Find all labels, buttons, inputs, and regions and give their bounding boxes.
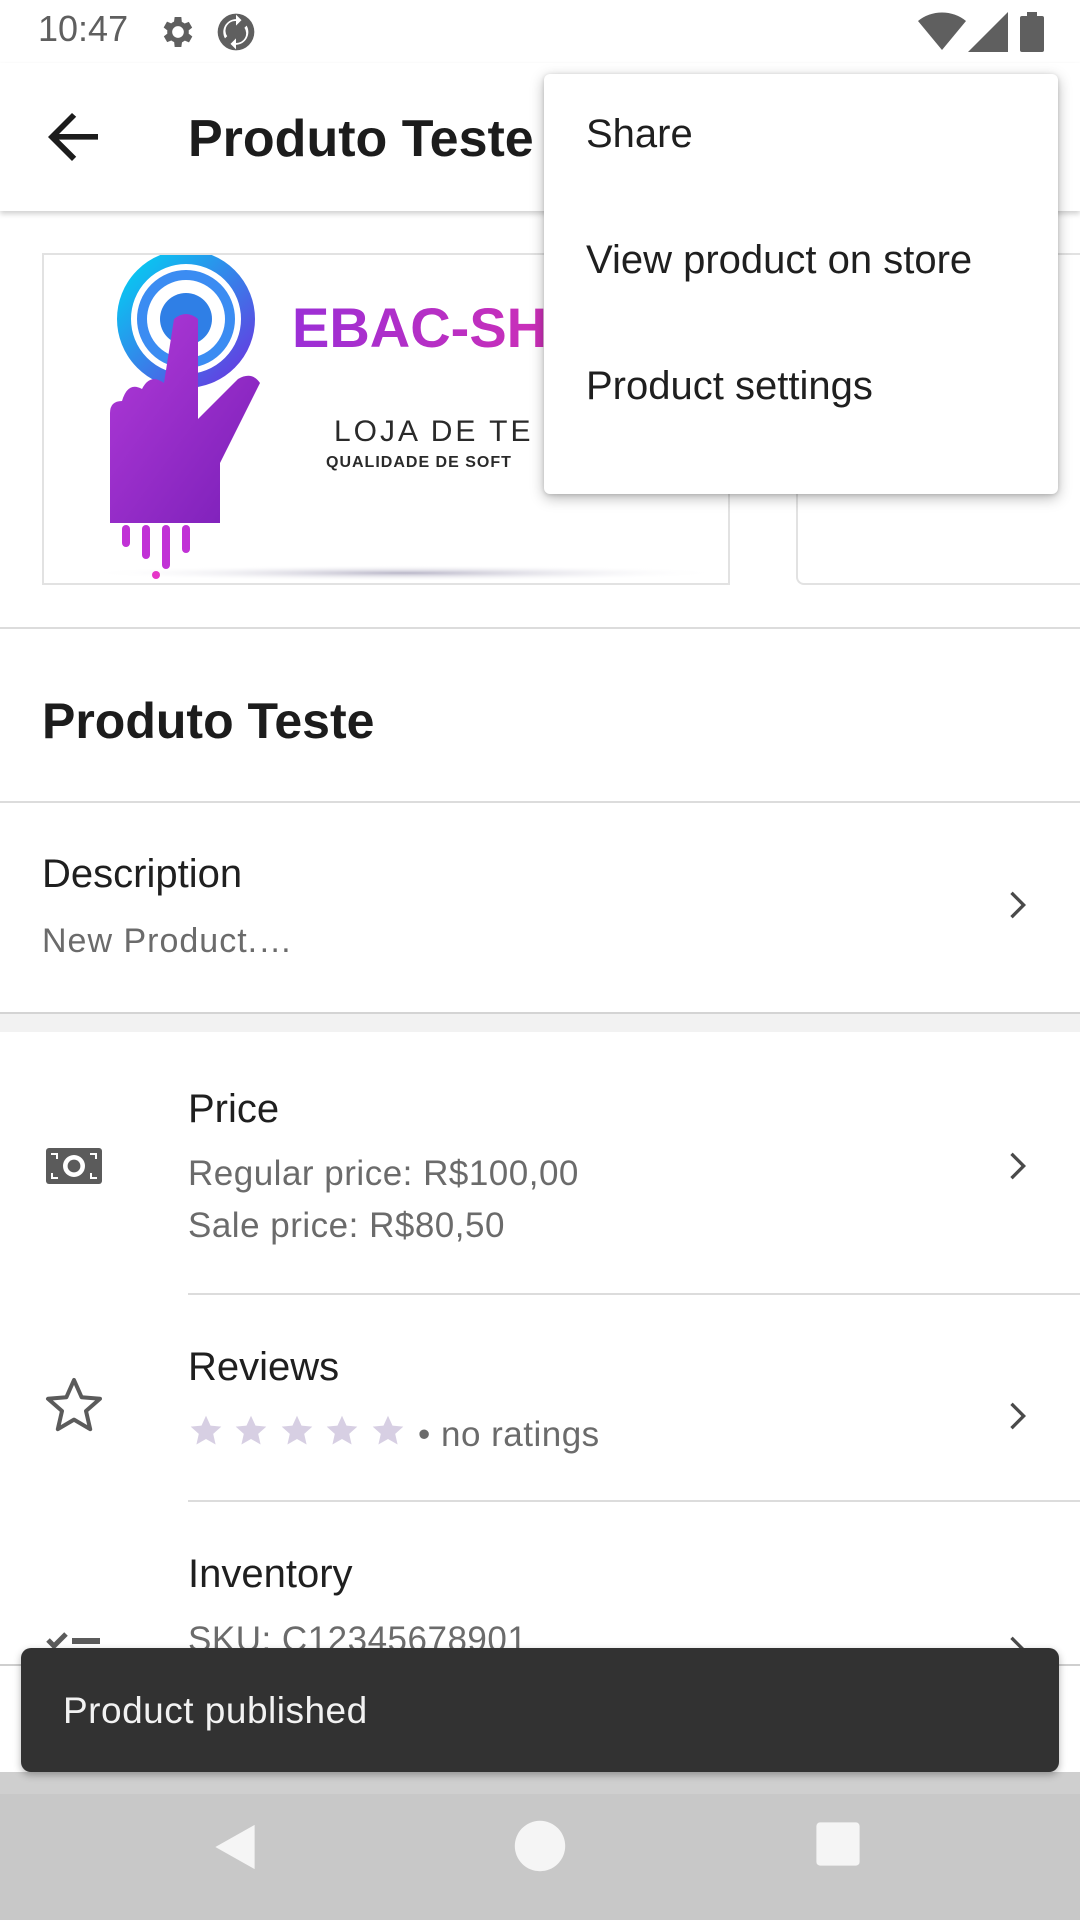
ratings-text: • no ratings [418,1415,600,1454]
money-icon [46,1148,102,1184]
status-time: 10:47 [38,8,129,49]
menu-item-label: Product settings [586,364,873,408]
rating-star-icon [327,1415,358,1445]
logo-text: EBAC-SH [292,296,547,359]
description-label: Description [42,852,243,896]
logo-subtitle: LOJA DE TE [334,415,534,448]
menu-item-view-on-store[interactable]: View product on store [544,200,1058,326]
chevron-right-icon [1010,891,1026,919]
overflow-menu: Share View product on store Product sett… [544,74,1058,494]
signal-icon [968,12,1008,52]
star-outline-icon [46,1378,102,1432]
price-row[interactable]: Price Regular price: R$100,00 Sale price… [0,1032,1080,1294]
description-value: New Product.… [42,922,294,960]
rating-star-icon [372,1415,404,1445]
nav-recents-icon[interactable] [814,1820,862,1868]
menu-item-product-settings[interactable]: Product settings [544,326,1058,452]
status-bar: 10:47 [0,0,1080,63]
logo-tagline: QUALIDADE DE SOFT [326,454,512,471]
chevron-right-icon [1010,1152,1026,1180]
nav-back-icon[interactable] [210,1820,260,1874]
page-title: Produto Teste [188,110,534,168]
chevron-right-icon [1010,1402,1026,1430]
sale-price: Sale price: R$80,50 [188,1206,505,1245]
menu-item-share[interactable]: Share [544,74,1058,200]
checklist-icon [46,1632,100,1648]
inventory-label: Inventory [188,1552,353,1596]
battery-icon [1020,12,1044,52]
nav-bar-shadow [0,1772,1080,1794]
regular-price: Regular price: R$100,00 [188,1154,579,1193]
rating-star-icon [236,1415,267,1445]
description-row[interactable]: Description New Product.… [0,803,1080,1011]
snackbar-message: Product published [63,1690,368,1731]
menu-item-label: Share [586,112,693,156]
reviews-row[interactable]: Reviews • no ratings [0,1295,1080,1500]
arrow-back-icon[interactable] [30,93,118,181]
nav-home-icon[interactable] [512,1818,568,1874]
wifi-icon [918,12,966,50]
rating-star-icon [190,1415,222,1445]
inventory-row[interactable]: Inventory SKU: C12345678901 [0,1502,1080,1648]
product-name[interactable]: Produto Teste [42,692,374,750]
snackbar: Product published [21,1648,1059,1772]
gear-icon [163,17,193,47]
divider [0,627,1080,629]
chevron-right-icon [1010,1636,1024,1648]
section-separator [0,1012,1080,1032]
system-nav-bar [0,1794,1080,1920]
inventory-sku: SKU: C12345678901 [188,1620,528,1648]
price-label: Price [188,1087,280,1131]
sync-icon [217,13,255,51]
star-rating [188,1413,411,1453]
menu-item-label: View product on store [586,238,973,282]
reviews-label: Reviews [188,1345,340,1389]
rating-star-icon [281,1415,313,1445]
